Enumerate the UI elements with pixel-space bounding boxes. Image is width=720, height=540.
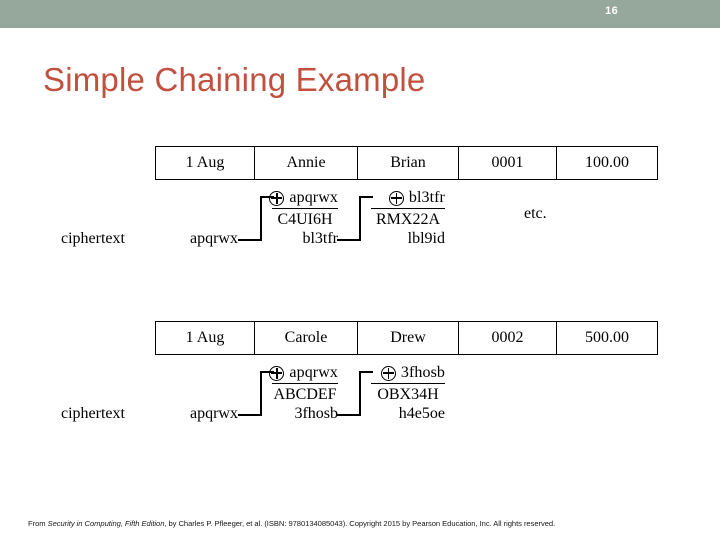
chain-result: bl3tfr: [302, 230, 338, 247]
cell-from: Carole: [254, 321, 358, 355]
chain-result: h4e5oe: [398, 405, 445, 422]
ciphertext-value-block-1: apqrwx: [190, 230, 238, 247]
chain-step-operand-row: bl3tfr: [371, 189, 445, 207]
table-row: 1 Aug Annie Brian 0001 100.00: [155, 146, 658, 180]
cell-to: Drew: [357, 321, 459, 355]
record-row-1: 1 Aug Annie Brian 0001 100.00: [155, 146, 658, 180]
cell-date: 1 Aug: [155, 321, 255, 355]
etc-label: etc.: [524, 205, 547, 222]
ciphertext-label-block-1: ciphertext: [61, 230, 125, 247]
footer-suffix: , by Charles P. Pfleeger, et al. (ISBN: …: [164, 519, 556, 528]
chain-step-operand-row: apqrwx: [269, 189, 338, 207]
cell-to: Brian: [357, 146, 459, 180]
circled-plus-icon: [380, 365, 396, 381]
circled-plus-icon: [388, 190, 404, 206]
footer-attribution: From Security in Computing, Fifth Editio…: [28, 519, 555, 528]
chain-step-1-block-1: apqrwx C4UI6H bl3tfr: [269, 189, 338, 248]
chain-step-2-block-2: 3fhosb OBX34H h4e5oe: [371, 364, 445, 423]
chain-plaintext: RMX22A: [375, 211, 440, 228]
chain-divider: [272, 383, 338, 384]
footer-divider: [0, 512, 720, 513]
footer-book-title: Security in Computing, Fifth Edition: [47, 519, 165, 528]
chaining-diagram: 1 Aug Annie Brian 0001 100.00 apqrwx C4U…: [0, 0, 720, 540]
chain-operand: 3fhosb: [400, 364, 445, 381]
cell-date: 1 Aug: [155, 146, 255, 180]
chain-step-1-block-2: apqrwx ABCDEF 3fhosb: [269, 364, 338, 423]
chain-divider: [272, 208, 338, 209]
footer-prefix: From: [28, 519, 48, 528]
chain-divider: [371, 208, 445, 209]
chain-step-2-block-1: bl3tfr RMX22A lbl9id: [371, 189, 445, 248]
chain-plaintext: C4UI6H: [277, 211, 333, 228]
chain-divider: [371, 383, 445, 384]
circled-plus-icon: [269, 365, 285, 381]
chain-result: lbl9id: [407, 230, 445, 247]
circled-plus-icon: [269, 190, 285, 206]
ciphertext-label-block-2: ciphertext: [61, 405, 125, 422]
cell-from: Annie: [254, 146, 358, 180]
chain-operand: apqrwx: [289, 189, 338, 206]
chain-step-operand-row: 3fhosb: [371, 364, 445, 382]
chain-operand: bl3tfr: [408, 189, 445, 206]
record-row-2: 1 Aug Carole Drew 0002 500.00: [155, 321, 658, 355]
cell-amount: 100.00: [556, 146, 658, 180]
chain-result: 3fhosb: [294, 405, 338, 422]
cell-amount: 500.00: [556, 321, 658, 355]
chain-operand: apqrwx: [289, 364, 338, 381]
ciphertext-value-block-2: apqrwx: [190, 405, 238, 422]
cell-account: 0002: [458, 321, 557, 355]
chain-plaintext: OBX34H: [377, 386, 439, 403]
chain-step-operand-row: apqrwx: [269, 364, 338, 382]
cell-account: 0001: [458, 146, 557, 180]
table-row: 1 Aug Carole Drew 0002 500.00: [155, 321, 658, 355]
chain-plaintext: ABCDEF: [273, 386, 337, 403]
